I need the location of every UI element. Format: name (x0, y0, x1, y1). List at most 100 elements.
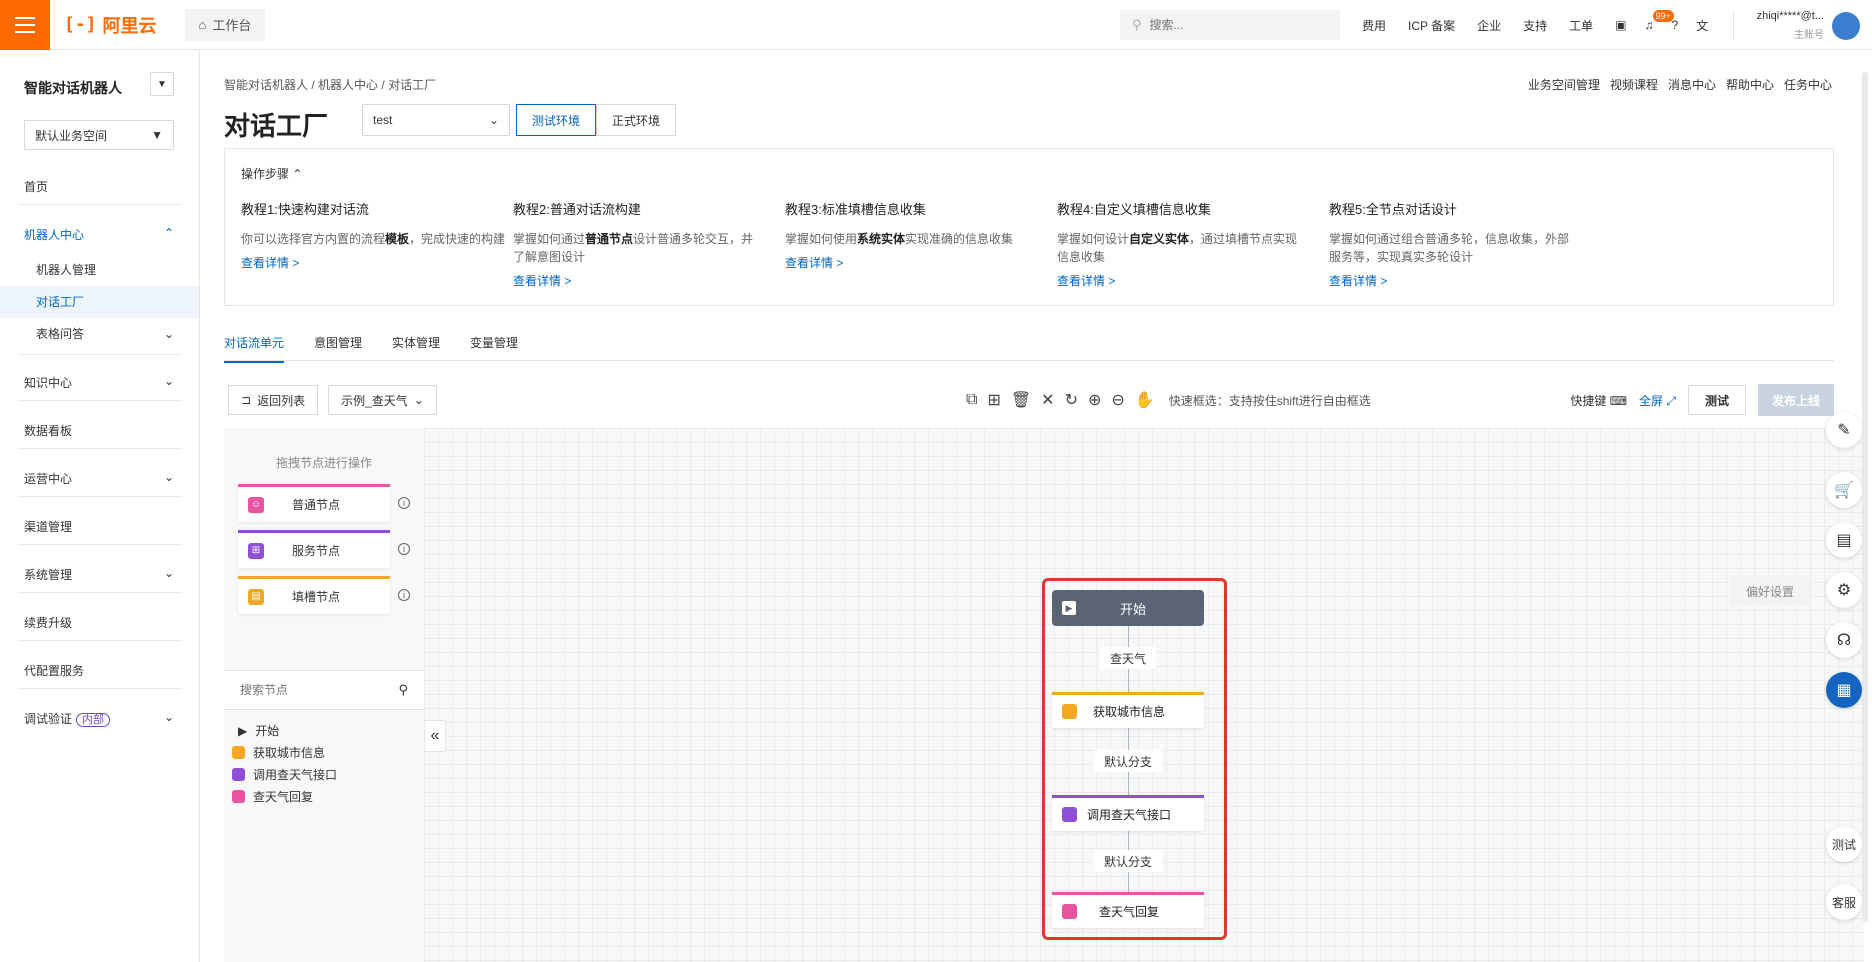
env-test-button[interactable]: 测试环境 (516, 104, 596, 136)
sidebar-item-robot-center[interactable]: 机器人中心 ⌃ (24, 226, 174, 243)
flow-edge-label[interactable]: 查天气 (1100, 647, 1156, 669)
flow-node-start[interactable]: ▶ 开始 (1052, 590, 1204, 626)
headset-icon[interactable]: ☊ (1826, 622, 1862, 658)
node-search[interactable]: ⚲ (224, 670, 424, 710)
palette-node-service[interactable]: ⊞ 服务节点 (238, 530, 390, 568)
app-select[interactable]: test ⌄ (362, 104, 510, 136)
delete-icon[interactable]: 🗑 (1011, 390, 1031, 410)
breadcrumb-item[interactable]: 机器人中心 (318, 78, 378, 92)
info-icon[interactable]: i (398, 497, 410, 509)
tree-item[interactable]: 获取城市信息 (232, 744, 325, 761)
cart-icon[interactable]: 🛒 (1826, 472, 1862, 508)
link-help-center[interactable]: 帮助中心 (1726, 76, 1774, 93)
link-enterprise[interactable]: 企业 (1477, 17, 1501, 34)
tutorial-link[interactable]: 查看详情 > (513, 272, 763, 289)
tutorial-title: 教程3:标准填槽信息收集 (785, 202, 926, 217)
link-task-center[interactable]: 任务中心 (1784, 76, 1832, 93)
back-to-list-button[interactable]: ⊐ 返回列表 (228, 385, 319, 415)
hand-icon[interactable]: ✋ (1135, 390, 1155, 410)
shortcut-button[interactable]: 快捷键 ⌨ (1570, 392, 1627, 409)
menu-button[interactable] (0, 0, 50, 50)
bell-icon[interactable]: ♫ 99+ (1645, 10, 1674, 32)
sidebar-item-dialog-factory[interactable]: 对话工厂 (0, 286, 199, 318)
edit-icon[interactable]: ✎ (1826, 412, 1862, 448)
sidebar-item-channels[interactable]: 渠道管理 (24, 518, 174, 535)
node-search-input[interactable] (240, 683, 395, 697)
flow-node-slot[interactable]: 获取城市信息 (1052, 692, 1204, 728)
fullscreen-button[interactable]: 全屏 ⤢ (1639, 392, 1676, 409)
link-support[interactable]: 支持 (1523, 17, 1547, 34)
sidebar-item-dashboard[interactable]: 数据看板 (24, 422, 174, 439)
sidebar-item-config-service[interactable]: 代配置服务 (24, 662, 174, 679)
flow-edge-label[interactable]: 默认分支 (1094, 750, 1162, 772)
float-test-button[interactable]: 测试 (1826, 826, 1862, 862)
sidebar-item-knowledge[interactable]: 知识中心 ⌄ (24, 374, 174, 391)
user-info[interactable]: zhiqi*****@t... 主账号 (1742, 10, 1824, 41)
tab-dialog-flow[interactable]: 对话流单元 (224, 334, 285, 363)
chevron-down-icon: ⌄ (488, 113, 499, 127)
tab-variable[interactable]: 变量管理 (470, 334, 518, 363)
refresh-icon[interactable]: ↻ (1065, 390, 1078, 410)
tree-item-start[interactable]: ▶ 开始 (238, 722, 279, 739)
close-icon[interactable]: ✕ (1041, 390, 1054, 410)
copy-icon[interactable]: ⧉ (966, 391, 977, 409)
palette-node-label: 服务节点 (292, 544, 341, 558)
breadcrumb-item[interactable]: 智能对话机器人 (224, 78, 308, 92)
info-icon[interactable]: i (398, 589, 410, 601)
gear-icon[interactable]: ⚙ (1826, 572, 1862, 608)
flow-select[interactable]: 示例_查天气 ⌄ (328, 385, 437, 415)
workbench-button[interactable]: ⌂ 工作台 (184, 8, 266, 41)
scrollbar[interactable] (1862, 72, 1868, 922)
test-button[interactable]: 测试 (1688, 385, 1746, 415)
tutorial-link[interactable]: 查看详情 > (1329, 272, 1579, 289)
tree-item[interactable]: 调用查天气接口 (232, 766, 337, 783)
palette-node-normal[interactable]: ☺ 普通节点 (238, 484, 390, 522)
link-message-center[interactable]: 消息中心 (1668, 76, 1716, 93)
env-prod-button[interactable]: 正式环境 (596, 104, 676, 136)
sidebar-item-label: 运营中心 (24, 472, 73, 486)
top-search[interactable]: ⚲ (1120, 10, 1340, 40)
expand-icon: ⤢ (1666, 393, 1676, 408)
palette-node-slot[interactable]: ▤ 填槽节点 (238, 576, 390, 614)
apps-icon[interactable]: ▦ (1826, 672, 1862, 708)
sidebar-item-robot-mgmt[interactable]: 机器人管理 (0, 254, 199, 286)
sidebar-item-debug[interactable]: 调试验证 内部 ⌄ (24, 710, 174, 727)
tutorial-link[interactable]: 查看详情 > (241, 254, 551, 271)
link-ticket[interactable]: 工单 (1569, 17, 1593, 34)
workspace-select[interactable]: 默认业务空间 ▼ (24, 120, 174, 150)
zoom-in-icon[interactable]: ⊕ (1088, 390, 1101, 410)
avatar[interactable] (1832, 12, 1860, 40)
info-icon[interactable]: i (398, 543, 410, 555)
sidebar-item-table-qa[interactable]: 表格问答 ⌄ (0, 318, 174, 350)
link-cost[interactable]: 费用 (1362, 17, 1386, 34)
sidebar-item-system[interactable]: 系统管理 ⌄ (24, 566, 174, 583)
link-video-course[interactable]: 视频课程 (1610, 76, 1658, 93)
steps-header[interactable]: 操作步骤 ⌃ (241, 165, 302, 182)
sidebar-item-renew[interactable]: 续费升级 (24, 614, 174, 631)
sidebar-item-home[interactable]: 首页 (24, 178, 174, 195)
publish-button[interactable]: 发布上线 (1758, 384, 1834, 416)
flow-node-normal[interactable]: 查天气回复 (1052, 892, 1204, 928)
paste-icon[interactable]: ⊞ (987, 390, 1000, 410)
flow-edge-label[interactable]: 默认分支 (1094, 850, 1162, 872)
link-icp[interactable]: ICP 备案 (1408, 17, 1455, 34)
tab-entity[interactable]: 实体管理 (392, 334, 440, 363)
tutorial-link[interactable]: 查看详情 > (785, 254, 1035, 271)
language-icon[interactable]: 文 (1696, 17, 1708, 34)
search-input[interactable] (1149, 18, 1320, 32)
zoom-out-icon[interactable]: ⊖ (1111, 390, 1124, 410)
tutorial-link[interactable]: 查看详情 > (1057, 272, 1307, 289)
chevron-down-icon[interactable]: ▼ (150, 72, 174, 96)
tab-intent[interactable]: 意图管理 (314, 334, 362, 363)
collapse-palette-button[interactable]: « (424, 720, 446, 752)
float-service-button[interactable]: 客服 (1826, 884, 1862, 920)
flow-node-service[interactable]: 调用查天气接口 (1052, 795, 1204, 831)
help-icon[interactable]: ? (1672, 18, 1679, 32)
link-workspace-mgmt[interactable]: 业务空间管理 (1528, 76, 1600, 93)
sidebar-item-ops[interactable]: 运营中心 ⌄ (24, 470, 174, 487)
terminal-icon[interactable]: ▣ (1615, 18, 1626, 32)
api-icon[interactable]: ▤ (1826, 522, 1862, 558)
aliyun-logo[interactable]: [-] 阿里云 (64, 12, 157, 38)
tree-item[interactable]: 查天气回复 (232, 788, 313, 805)
back-label: 返回列表 (257, 393, 306, 408)
